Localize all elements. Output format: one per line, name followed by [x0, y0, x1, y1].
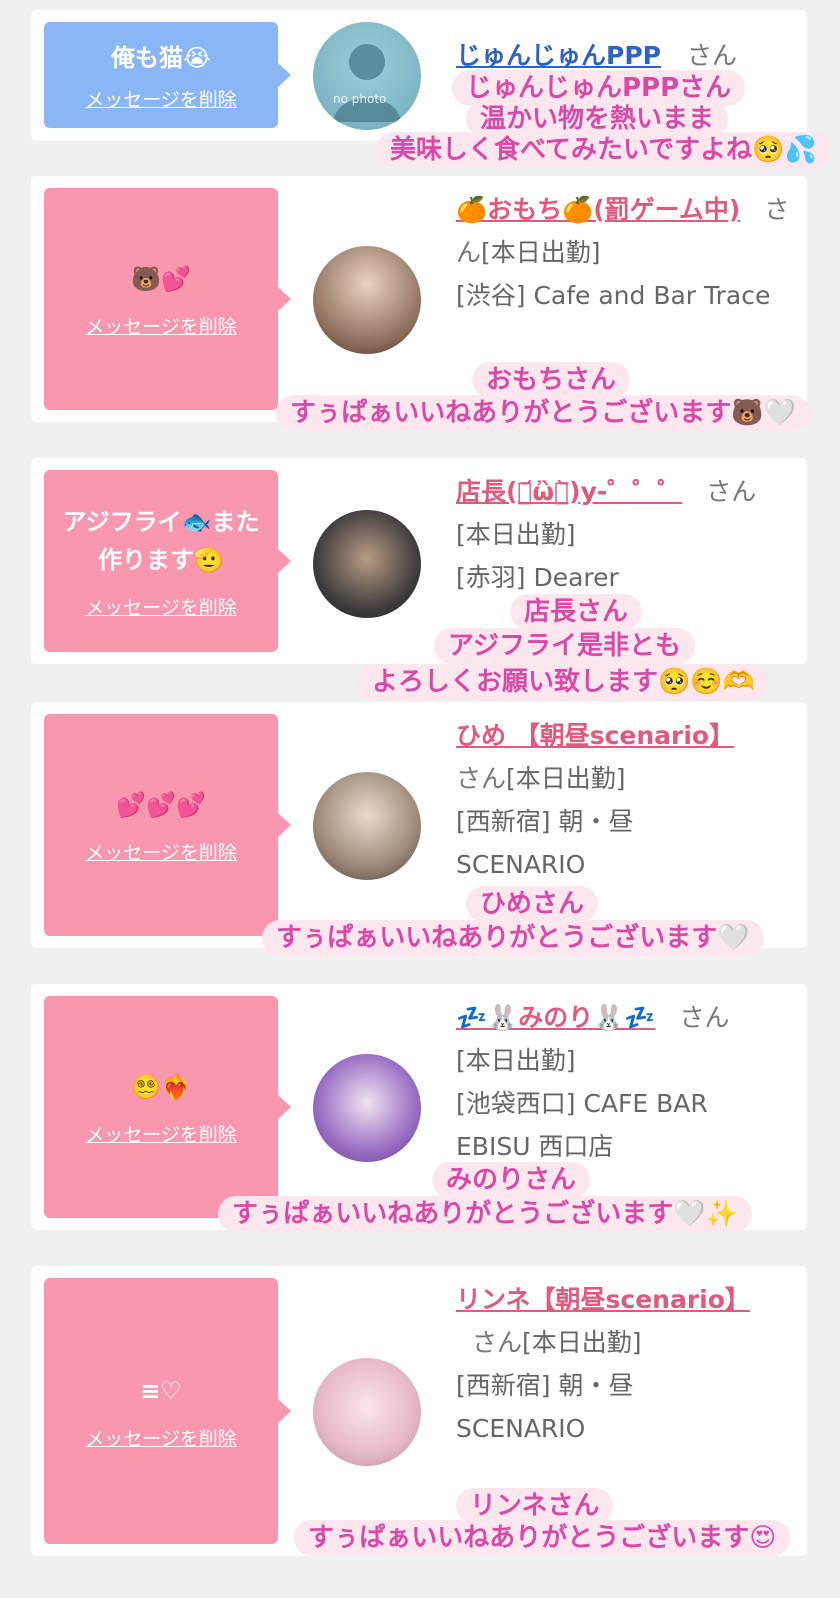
avatar[interactable]: [313, 246, 421, 354]
avatar[interactable]: [313, 772, 421, 880]
message-text: 😵‍💫❤️‍🔥: [131, 1072, 191, 1101]
message-text: アジフライ🐟また作ります🫡: [62, 507, 260, 574]
delete-message-link[interactable]: メッセージを削除: [85, 1424, 237, 1451]
caption-line: すぅぱぁいいねありがとうございます🐻🤍: [276, 395, 810, 431]
message-text: 💕💕💕: [116, 790, 206, 819]
shop-info: [渋谷] Cafe and Bar Trace: [456, 281, 771, 310]
attendance-status: [本日出勤]: [481, 238, 601, 267]
message-bubble: 🐻💕 メッセージを削除: [44, 188, 291, 410]
message-bubble: ≡♡ メッセージを削除: [44, 1278, 291, 1544]
caption-line: すぅぱぁいいねありがとうございます🤍✨: [218, 1196, 752, 1232]
avatar[interactable]: [313, 1054, 421, 1162]
message-card: 🐻💕 メッセージを削除 🍊おもち🍊(罰ゲーム中) さん[本日出勤] [渋谷] C…: [31, 176, 807, 422]
shop-info: [西新宿] 朝・昼 SCENARIO: [456, 807, 634, 879]
message-card: 💕💕💕 メッセージを削除 ひめ 【朝昼scenario】 さん[本日出勤] [西…: [31, 702, 807, 948]
caption-line: すぅぱぁいいねありがとうございます🤍: [262, 920, 764, 956]
user-name-link[interactable]: 店長(・᷄ὢ・᷅)y-゜゜゜: [456, 477, 682, 506]
caption-line: リンネさん: [456, 1488, 614, 1524]
honorific: さん: [472, 1328, 523, 1357]
avatar[interactable]: no photo: [313, 22, 421, 130]
message-card: アジフライ🐟また作ります🫡 メッセージを削除 店長(・᷄ὢ・᷅)y-゜゜゜ さん…: [31, 458, 807, 664]
honorific: さん: [686, 41, 737, 70]
shop-info: [西新宿] 朝・昼 SCENARIO: [456, 1371, 634, 1443]
message-bubble: 💕💕💕 メッセージを削除: [44, 714, 291, 936]
attendance-status: [本日出勤]: [522, 1328, 642, 1357]
delete-message-link[interactable]: メッセージを削除: [85, 1120, 237, 1147]
delete-message-link[interactable]: メッセージを削除: [85, 85, 237, 112]
user-name-link[interactable]: ひめ 【朝昼scenario】: [456, 721, 734, 750]
delete-message-link[interactable]: メッセージを削除: [85, 593, 237, 620]
user-name-link[interactable]: 🍊おもち🍊(罰ゲーム中): [456, 195, 740, 224]
user-info: 🍊おもち🍊(罰ゲーム中) さん[本日出勤] [渋谷] Cafe and Bar …: [456, 188, 796, 317]
user-info: 店長(・᷄ὢ・᷅)y-゜゜゜ さん [本日出勤] [赤羽] Dearer: [456, 470, 796, 599]
honorific: さん: [706, 477, 757, 506]
avatar[interactable]: [313, 510, 421, 618]
attendance-status: [本日出勤]: [456, 520, 576, 549]
message-text: ≡♡: [140, 1376, 182, 1405]
caption-line: おもちさん: [472, 362, 631, 398]
caption-line: みのりさん: [432, 1162, 591, 1198]
no-photo-silhouette-icon: [333, 44, 401, 122]
message-text: 🐻💕: [131, 264, 191, 293]
user-info: リンネ【朝昼scenario】 さん[本日出勤] [西新宿] 朝・昼 SCENA…: [456, 1278, 796, 1450]
shop-info: [池袋西口] CAFE BAR EBISU 西口店: [456, 1089, 708, 1161]
user-info: 💤🐰みのり🐰💤 さん [本日出勤] [池袋西口] CAFE BAR EBISU …: [456, 996, 796, 1168]
honorific: さん: [679, 1003, 730, 1032]
caption-line: すぅぱぁいいねありがとうございます😍: [294, 1520, 791, 1556]
message-text: 俺も猫😭: [110, 43, 212, 72]
caption-line: アジフライ是非とも: [434, 628, 695, 664]
shop-info: [赤羽] Dearer: [456, 563, 619, 592]
caption-line: よろしくお願い致します🥺☺️🫶: [358, 664, 770, 700]
attendance-status: [本日出勤]: [506, 764, 626, 793]
message-bubble: 😵‍💫❤️‍🔥 メッセージを削除: [44, 996, 291, 1218]
message-card: ≡♡ メッセージを削除 リンネ【朝昼scenario】 さん[本日出勤] [西新…: [31, 1266, 807, 1556]
message-bubble: 俺も猫😭 メッセージを削除: [44, 22, 291, 128]
caption-line: 美味しく食べてみたいですよね🥺💦: [376, 132, 831, 168]
user-name-link[interactable]: リンネ【朝昼scenario】: [456, 1285, 750, 1314]
user-info: ひめ 【朝昼scenario】 さん[本日出勤] [西新宿] 朝・昼 SCENA…: [456, 714, 796, 886]
honorific: さん: [456, 764, 507, 793]
user-name-link[interactable]: 💤🐰みのり🐰💤: [456, 1003, 656, 1032]
caption-line: ひめさん: [466, 886, 599, 922]
message-bubble: アジフライ🐟また作ります🫡 メッセージを削除: [44, 470, 291, 652]
attendance-status: [本日出勤]: [456, 1046, 576, 1075]
avatar[interactable]: [313, 1358, 421, 1466]
delete-message-link[interactable]: メッセージを削除: [85, 838, 237, 865]
caption-line: 店長さん: [510, 594, 643, 630]
no-photo-label: no photo: [333, 92, 387, 106]
user-name-link[interactable]: じゅんじゅんPPP: [456, 41, 661, 70]
delete-message-link[interactable]: メッセージを削除: [85, 312, 237, 339]
message-card: 😵‍💫❤️‍🔥 メッセージを削除 💤🐰みのり🐰💤 さん [本日出勤] [池袋西口…: [31, 984, 807, 1230]
